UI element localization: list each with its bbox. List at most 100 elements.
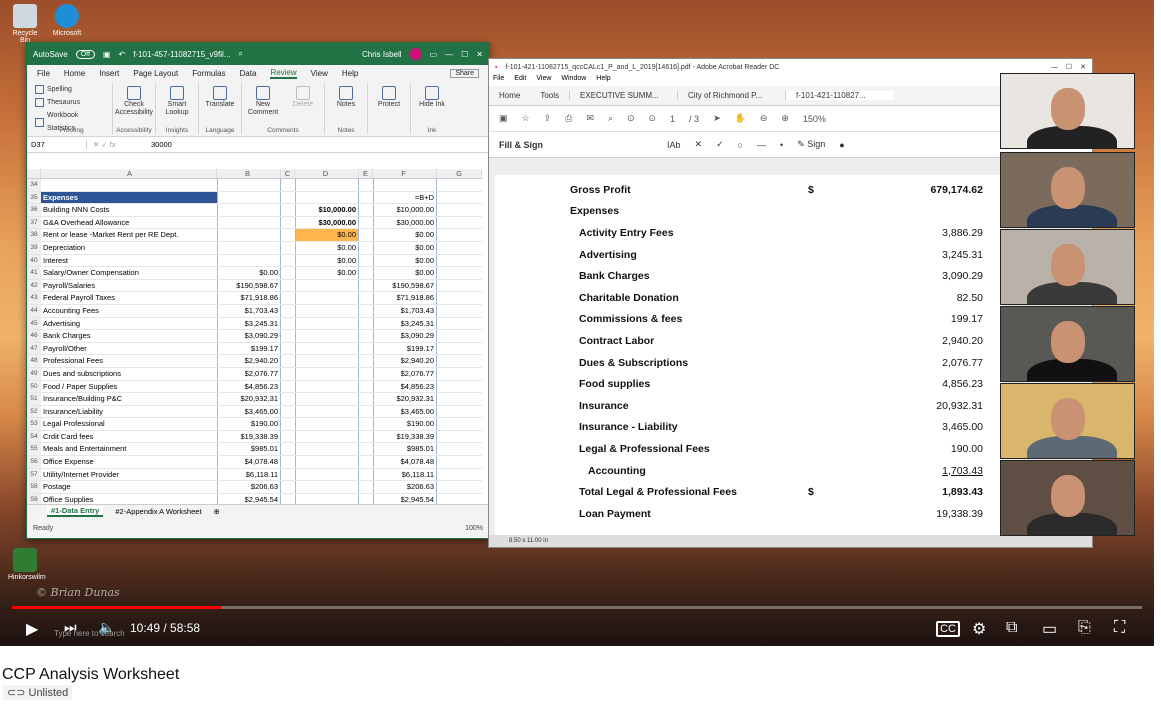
cell-f[interactable]: $71,918.86 [373, 292, 437, 304]
menu-data[interactable]: Data [240, 69, 257, 78]
table-row[interactable]: 43 Federal Payroll Taxes $71,918.86 $71,918… [27, 292, 482, 305]
cell-a[interactable]: Crdit Card fees [41, 431, 217, 443]
check-accessibility-button[interactable]: Check Accessibility [115, 83, 153, 117]
cell-g[interactable] [437, 192, 482, 204]
cell-c[interactable] [281, 418, 295, 430]
table-row[interactable]: 48 Professional Fees $2,940.20 $2,940.20 [27, 355, 482, 368]
column-header[interactable]: A [41, 169, 217, 178]
cell-f[interactable]: $4,078.48 [373, 456, 437, 468]
table-row[interactable]: 46 Bank Charges $3,090.29 $3,090.29 [27, 330, 482, 343]
cell-d[interactable] [295, 481, 359, 493]
cell-c[interactable] [281, 280, 295, 292]
cell-g[interactable] [437, 267, 482, 279]
participant-video[interactable] [1000, 383, 1135, 459]
spreadsheet-grid[interactable]: A B C D E F G 34 35 Expenses =B+D 36 Building… [27, 169, 482, 509]
table-row[interactable]: 54 Crdit Card fees $19,338.39 $19,338.39 [27, 430, 482, 444]
cell-c[interactable] [281, 255, 295, 267]
table-row[interactable]: 49 Dues and subscriptions $2,076.77 $2,076.… [27, 367, 482, 381]
cell-a[interactable]: Professional Fees [41, 355, 217, 367]
table-row[interactable]: 50 Food / Paper Supplies $4,856.23 $4,856.2… [27, 380, 482, 394]
cell-f[interactable]: $190,598.67 [373, 279, 437, 292]
cell-g[interactable] [437, 368, 482, 380]
cell-a[interactable]: Food / Paper Supplies [41, 381, 217, 393]
row-header[interactable]: 56 [27, 456, 41, 468]
cell-d[interactable]: $0.00 [295, 267, 359, 279]
bookmark-icon[interactable]: ☆ [522, 113, 530, 124]
cell-b[interactable]: $190.00 [217, 418, 281, 430]
cell-g[interactable] [437, 242, 482, 254]
sheet-tab-data-entry[interactable]: #1-Data Entry [47, 506, 104, 517]
cell-b[interactable] [217, 241, 281, 254]
cell-e[interactable] [359, 204, 373, 216]
cell-a[interactable]: Office Expense [41, 456, 217, 468]
cell-a[interactable]: Rent or lease -Market Rent per RE Dept. [41, 229, 217, 241]
cell-d[interactable] [295, 355, 359, 367]
cell-c[interactable] [281, 267, 295, 279]
cell-d[interactable] [295, 380, 359, 393]
menu-edit[interactable]: Edit [514, 75, 526, 86]
table-row[interactable]: 40 Interest $0.00 $0.00 [27, 254, 482, 268]
cell-a[interactable]: G&A Overhead Allowance [41, 217, 217, 229]
cell-b[interactable]: $206.63 [217, 481, 281, 493]
row-header[interactable]: 41 [27, 267, 41, 279]
search-icon[interactable]: ⌕ [238, 49, 242, 59]
cell-e[interactable] [359, 355, 373, 367]
row-header[interactable]: 45 [27, 317, 41, 330]
cell-c[interactable] [281, 292, 295, 304]
cell-g[interactable] [437, 481, 482, 493]
cell-g[interactable] [437, 381, 482, 393]
minimize-icon[interactable]: — [1051, 64, 1058, 71]
save-icon[interactable]: ▣ [499, 113, 508, 124]
cell-b[interactable] [217, 179, 281, 191]
menu-page-layout[interactable]: Page Layout [133, 69, 178, 78]
cell-e[interactable] [359, 179, 373, 191]
cell-g[interactable] [437, 305, 482, 317]
autosave-toggle[interactable]: Off [75, 49, 95, 59]
cell-c[interactable] [281, 204, 295, 216]
fullscreen-icon[interactable]: ⛶ [1114, 619, 1125, 637]
cell-g[interactable] [437, 330, 482, 342]
print-icon[interactable]: ⎙ [565, 113, 572, 124]
undo-icon[interactable]: ↶ [118, 50, 125, 59]
cell-e[interactable] [359, 292, 373, 304]
cell-a[interactable]: Dues and subscriptions [41, 368, 217, 380]
check-tool-icon[interactable]: ✓ [716, 139, 724, 150]
cell-e[interactable] [359, 267, 373, 279]
cell-e[interactable] [359, 418, 373, 430]
page-number-input[interactable]: 1 [670, 114, 675, 124]
row-header[interactable]: 40 [27, 254, 41, 267]
cell-g[interactable] [437, 393, 482, 405]
menu-file[interactable]: File [37, 69, 50, 78]
cell-g[interactable] [437, 406, 482, 418]
row-header[interactable]: 39 [27, 241, 41, 254]
cell-b[interactable]: $190,598.67 [217, 279, 281, 292]
cell-c[interactable] [281, 217, 295, 229]
participant-video[interactable] [1000, 229, 1135, 305]
notes-button[interactable]: Notes [329, 83, 363, 109]
table-row[interactable]: 57 Utility/Internet Provider $6,118.11 $6,1… [27, 468, 482, 482]
cell-d[interactable] [295, 279, 359, 292]
tab-current-pdf[interactable]: f-101-421-110827... [785, 91, 894, 100]
cell-f[interactable]: $0.00 [373, 267, 437, 279]
table-row[interactable]: 34 [27, 179, 482, 192]
cell-e[interactable] [359, 406, 373, 418]
zoom-out-icon[interactable]: ⊖ [760, 113, 768, 124]
cell-f[interactable]: $19,338.39 [373, 430, 437, 443]
table-row[interactable]: 47 Payroll/Other $199.17 $199.17 [27, 342, 482, 356]
gear-icon[interactable]: ⚙ [972, 619, 986, 639]
cell-g[interactable] [437, 179, 482, 191]
row-header[interactable]: 47 [27, 342, 41, 355]
cell-e[interactable] [359, 393, 373, 405]
cell-f[interactable]: $2,076.77 [373, 367, 437, 380]
cell-e[interactable] [359, 229, 373, 241]
cell-c[interactable] [281, 406, 295, 418]
hand-tool-icon[interactable]: ✋ [735, 113, 746, 124]
cell-g[interactable] [437, 229, 482, 241]
cell-e[interactable] [359, 305, 373, 317]
cell-f[interactable]: $3,090.29 [373, 330, 437, 342]
cell-b[interactable]: $4,078.48 [217, 456, 281, 468]
upload-icon[interactable]: ⇪ [544, 113, 552, 124]
row-header[interactable]: 52 [27, 405, 41, 418]
cell-f[interactable]: $4,856.23 [373, 380, 437, 393]
table-row[interactable]: 53 Legal Professional $190.00 $190.00 [27, 418, 482, 431]
